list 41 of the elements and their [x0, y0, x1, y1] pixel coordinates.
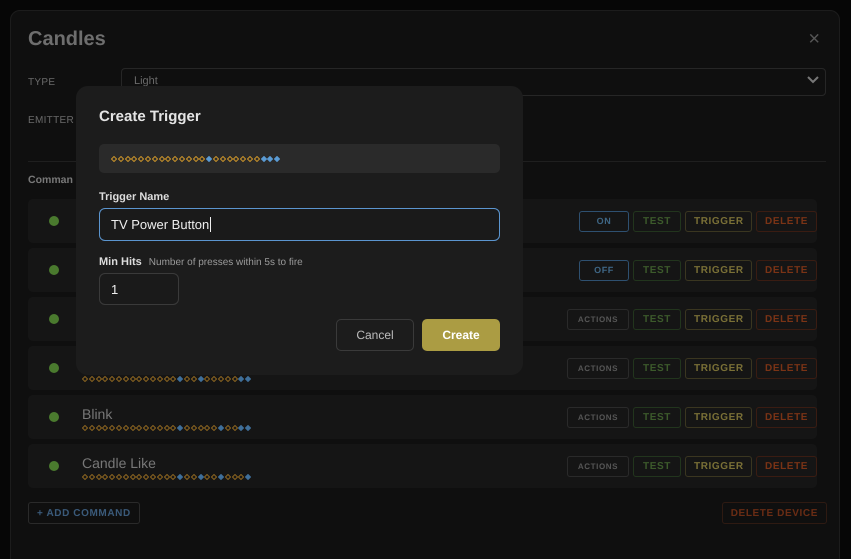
test-button[interactable]: TEST: [633, 210, 681, 232]
trigger-name-label: Trigger Name: [99, 191, 170, 203]
test-button[interactable]: TEST: [633, 406, 681, 428]
command-name: Candle Like: [82, 455, 157, 471]
test-button[interactable]: TEST: [633, 308, 681, 330]
add-command-button[interactable]: + ADD COMMAND: [28, 502, 140, 524]
trigger-button[interactable]: TRIGGER: [685, 260, 752, 280]
test-button[interactable]: TEST: [633, 456, 681, 476]
trigger-name-field[interactable]: TV Power Button: [99, 208, 500, 241]
actions-button[interactable]: ACTIONS: [567, 358, 629, 378]
test-button[interactable]: TEST: [633, 358, 681, 378]
mode-toggle-button[interactable]: ON: [579, 210, 629, 232]
delete-button[interactable]: DELETE: [756, 406, 817, 428]
trigger-button[interactable]: TRIGGER: [685, 406, 752, 428]
test-button[interactable]: TEST: [633, 260, 681, 280]
actions-button[interactable]: ACTIONS: [567, 406, 629, 428]
actions-button[interactable]: ACTIONS: [567, 456, 629, 476]
delete-device-button[interactable]: DELETE DEVICE: [722, 502, 827, 524]
delete-button[interactable]: DELETE: [756, 260, 817, 280]
delete-button[interactable]: DELETE: [756, 308, 817, 330]
mode-toggle-button[interactable]: OFF: [579, 260, 629, 280]
trigger-button[interactable]: TRIGGER: [685, 456, 752, 476]
command-name: Blink: [82, 406, 114, 422]
chevron-icon: [807, 76, 819, 84]
delete-button[interactable]: DELETE: [756, 210, 817, 232]
dialog-title: Create Trigger: [99, 108, 202, 127]
cancel-button[interactable]: Cancel: [336, 319, 414, 351]
delete-button[interactable]: DELETE: [756, 358, 817, 378]
trigger-button[interactable]: TRIGGER: [685, 210, 752, 232]
min-hits-field[interactable]: 1: [99, 273, 179, 305]
close-button[interactable]: ×: [802, 28, 826, 50]
create-button[interactable]: Create: [422, 319, 500, 351]
type-label: TYPE: [28, 76, 56, 88]
device-title: Candles: [28, 28, 106, 50]
commands-heading: Comman: [28, 174, 74, 186]
min-hits-label: Min Hits: [99, 256, 142, 268]
actions-button[interactable]: ACTIONS: [567, 308, 629, 330]
trigger-button[interactable]: TRIGGER: [685, 358, 752, 378]
min-hits-hint: Number of presses within 5s to fire: [148, 257, 303, 268]
delete-button[interactable]: DELETE: [756, 456, 817, 476]
trigger-button[interactable]: TRIGGER: [685, 308, 752, 330]
